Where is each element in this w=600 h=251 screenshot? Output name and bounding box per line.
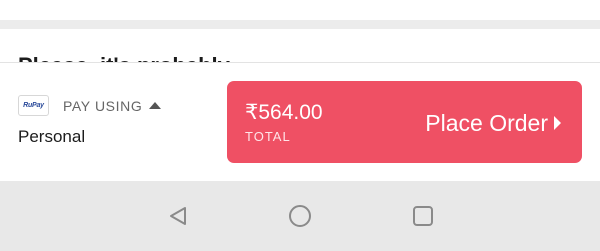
nav-recents-button[interactable] — [410, 203, 436, 229]
content-card: Please, it's probably — [0, 29, 600, 62]
pay-using-label: PAY USING — [63, 97, 143, 114]
system-navigation-bar — [0, 181, 600, 251]
recents-square-icon — [413, 206, 433, 226]
section-divider — [0, 20, 600, 29]
total-label: TOTAL — [245, 129, 291, 144]
caret-right-icon — [554, 116, 561, 130]
nav-back-button[interactable] — [165, 203, 191, 229]
nav-home-button[interactable] — [287, 203, 313, 229]
payment-method-name[interactable]: Personal — [18, 127, 85, 147]
caret-up-icon — [149, 102, 162, 109]
partial-heading: Please, it's probably — [18, 53, 268, 62]
previous-card — [0, 0, 600, 20]
place-order-button[interactable]: ₹564.00 TOTAL Place Order — [227, 81, 582, 163]
checkout-bar: RuPay PAY USING Personal ₹564.00 TOTAL P… — [0, 62, 600, 181]
pay-using-selector[interactable]: RuPay PAY USING — [18, 95, 162, 116]
home-circle-icon — [289, 205, 311, 227]
rupay-logo: RuPay — [18, 95, 49, 116]
back-triangle-icon — [170, 207, 186, 225]
total-amount: ₹564.00 — [245, 101, 323, 124]
place-order-label: Place Order — [425, 110, 548, 136]
